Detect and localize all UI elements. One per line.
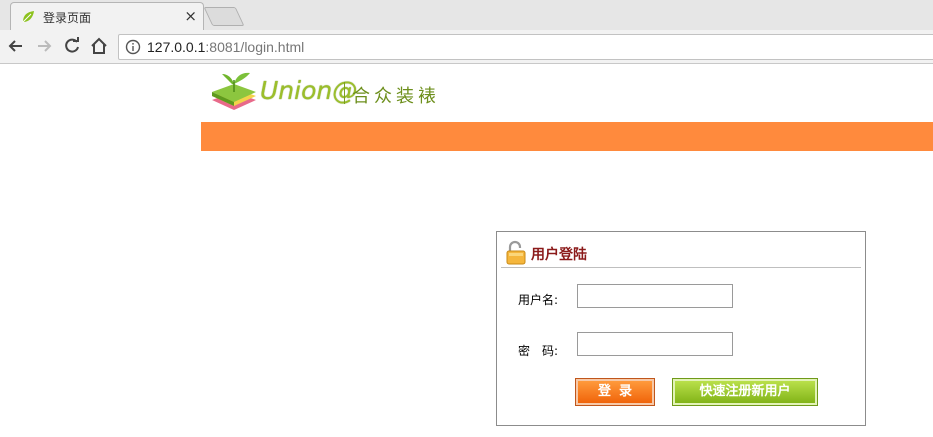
- browser-toolbar: 127.0.0.1:8081/login.html: [0, 30, 933, 64]
- forward-arrow-icon[interactable]: [34, 36, 54, 56]
- login-panel: 用户登陆 用户名: 密 码: 登录 快速注册新用户: [496, 231, 866, 426]
- info-icon[interactable]: [125, 39, 141, 55]
- logo-text-en: Union@: [260, 76, 358, 105]
- browser-tab[interactable]: 登录页面 ×: [10, 2, 204, 31]
- logo-separator: [344, 82, 345, 104]
- leaf-favicon-icon: [22, 11, 34, 23]
- password-input[interactable]: [577, 332, 733, 356]
- browser-tabstrip: 登录页面 ×: [0, 0, 933, 31]
- tab-title: 登录页面: [43, 11, 92, 25]
- address-bar[interactable]: 127.0.0.1:8081/login.html: [118, 34, 933, 60]
- site-logo: Union@ 合众装裱: [208, 70, 468, 114]
- tab-close-icon[interactable]: ×: [184, 7, 197, 25]
- reload-icon[interactable]: [62, 36, 82, 56]
- books-sprout-icon: [212, 72, 256, 110]
- url-text: 127.0.0.1:8081/login.html: [147, 39, 304, 55]
- register-button[interactable]: 快速注册新用户: [672, 378, 818, 406]
- username-input[interactable]: [577, 284, 733, 308]
- home-icon[interactable]: [89, 36, 109, 56]
- login-title: 用户登陆: [531, 247, 587, 263]
- back-arrow-icon[interactable]: [6, 36, 26, 56]
- url-host: 127.0.0.1: [147, 39, 206, 55]
- header-banner: [201, 122, 933, 151]
- url-path: :8081/login.html: [205, 39, 305, 55]
- new-tab-button[interactable]: [203, 7, 245, 26]
- logo-text-cn: 合众装裱: [352, 86, 440, 107]
- login-header: 用户登陆: [501, 235, 861, 268]
- login-button[interactable]: 登录: [575, 378, 655, 406]
- unlock-icon: [506, 240, 526, 265]
- password-label: 密 码:: [518, 344, 559, 358]
- username-label: 用户名:: [518, 293, 559, 307]
